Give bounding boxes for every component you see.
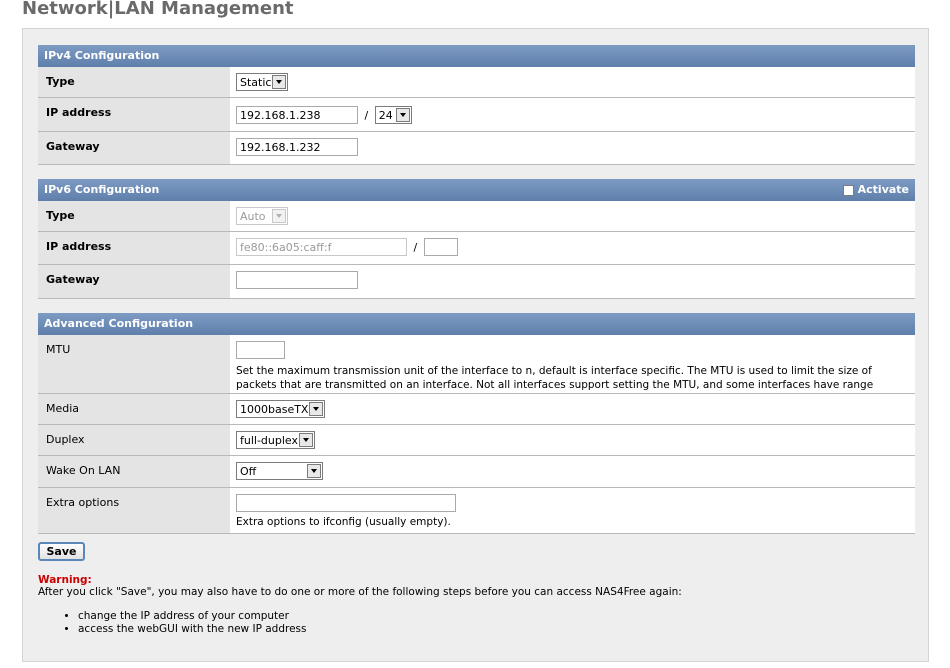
ipv4-mask-value: 24 (378, 108, 393, 122)
ipv4-gateway-label: Gateway (38, 132, 230, 164)
ipv6-ip-input[interactable] (236, 238, 407, 256)
ipv6-type-value: Auto (240, 209, 266, 223)
ipv6-header: IPv6 Configuration Activate (38, 179, 915, 201)
media-value: 1000baseTX (240, 402, 309, 416)
warning-title: Warning: (38, 574, 92, 586)
ipv6-type-select[interactable]: Auto (236, 207, 288, 225)
ipv6-activate-toggle[interactable]: Activate (842, 179, 909, 201)
ipv6-gateway-label: Gateway (38, 265, 230, 298)
ipv6-type-label: Type (38, 201, 230, 231)
ipv4-gateway-input[interactable] (236, 138, 358, 156)
activate-label: Activate (857, 183, 909, 196)
ipv6-ip-label: IP address (38, 232, 230, 264)
extra-options-help-text: Extra options to ifconfig (usually empty… (236, 516, 451, 528)
ipv4-header: IPv4 Configuration (38, 45, 915, 67)
ipv6-header-title: IPv6 Configuration (44, 183, 160, 196)
warning-step: change the IP address of your computer (78, 610, 908, 623)
warning-block: Warning: After you click "Save", you may… (38, 574, 908, 636)
mtu-label: MTU (38, 335, 230, 393)
ipv4-type-select[interactable]: Static (236, 73, 288, 91)
chevron-down-icon (299, 433, 313, 447)
wol-select[interactable]: Off (236, 462, 323, 480)
chevron-down-icon (272, 75, 286, 89)
slash-separator: / (413, 240, 418, 254)
ipv6-prefix-input[interactable] (423, 238, 458, 256)
ipv4-ip-input[interactable] (236, 106, 358, 124)
advanced-header: Advanced Configuration (38, 313, 915, 335)
chevron-down-icon (395, 108, 410, 122)
chevron-down-icon (307, 464, 321, 478)
ipv6-gateway-input[interactable] (236, 271, 358, 289)
ipv6-section: IPv6 Configuration Activate Type Auto IP… (38, 179, 915, 299)
duplex-select[interactable]: full-duplex (236, 431, 315, 449)
page-title: Network|LAN Management (22, 0, 294, 19)
ipv4-ip-label: IP address (38, 98, 230, 131)
extra-options-label: Extra options (38, 488, 230, 533)
media-select[interactable]: 1000baseTX (236, 400, 325, 418)
warning-step: access the webGUI with the new IP addres… (78, 623, 908, 636)
extra-options-input[interactable] (236, 494, 456, 512)
ipv4-mask-select[interactable]: 24 (374, 106, 412, 124)
advanced-section: Advanced Configuration MTU Set the maxim… (38, 313, 915, 534)
ipv4-type-label: Type (38, 67, 230, 97)
duplex-value: full-duplex (240, 433, 299, 447)
activate-checkbox[interactable] (842, 184, 854, 196)
save-button[interactable]: Save (38, 542, 85, 561)
warning-text: After you click "Save", you may also hav… (38, 586, 682, 598)
warning-steps: change the IP address of your computer a… (38, 610, 908, 636)
duplex-label: Duplex (38, 425, 230, 455)
wol-label: Wake On LAN (38, 456, 230, 487)
chevron-down-icon (272, 209, 286, 223)
chevron-down-icon (309, 402, 323, 416)
media-label: Media (38, 394, 230, 424)
ipv4-type-value: Static (240, 75, 272, 89)
wol-value: Off (240, 464, 257, 478)
mtu-input[interactable] (236, 341, 285, 359)
ipv4-section: IPv4 Configuration Type Static IP addres… (38, 45, 915, 165)
slash-separator: / (364, 108, 369, 122)
